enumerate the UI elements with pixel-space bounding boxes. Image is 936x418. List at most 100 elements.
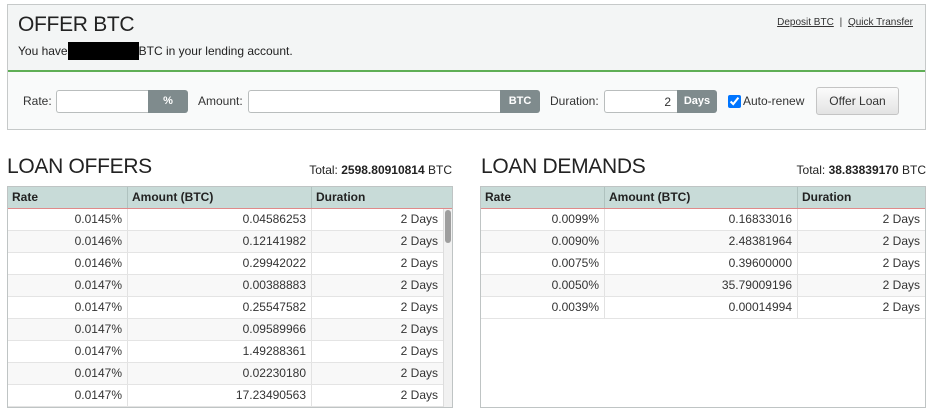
amount-input[interactable] bbox=[248, 90, 500, 113]
column-header-amount: Amount (BTC) bbox=[605, 187, 798, 208]
amount-cell: 0.12141982 bbox=[128, 231, 312, 252]
table-row[interactable]: 0.0147% 0.09589966 2 Days bbox=[8, 319, 443, 341]
duration-cell: 2 Days bbox=[400, 322, 438, 336]
table-row[interactable]: 0.0147% 1.49288361 2 Days bbox=[8, 341, 443, 363]
table-header: Rate Amount (BTC) Duration bbox=[481, 187, 925, 209]
table-body: 0.0099% 0.16833016 2 Days 0.0090% 2.48381964… bbox=[481, 209, 925, 407]
total-unit: BTC bbox=[902, 163, 926, 177]
table-row[interactable]: 0.0099% 0.16833016 2 Days bbox=[481, 209, 925, 231]
column-header-rate: Rate bbox=[8, 187, 128, 208]
rate-cell: 0.0146% bbox=[8, 253, 128, 274]
table-row[interactable]: 0.0146% 0.12141982 2 Days bbox=[8, 231, 443, 253]
amount-cell: 0.09589966 bbox=[128, 319, 312, 340]
auto-renew-checkbox[interactable] bbox=[728, 95, 741, 108]
total-value: 2598.80910814 bbox=[341, 163, 425, 177]
duration-cell: 2 Days bbox=[882, 300, 920, 314]
table-row[interactable]: 0.0146% 0.29942022 2 Days bbox=[8, 253, 443, 275]
table-rows: 0.0099% 0.16833016 2 Days 0.0090% 2.48381964… bbox=[481, 209, 925, 319]
rate-cell: 0.0050% bbox=[481, 275, 605, 296]
duration-cell: 2 Days bbox=[400, 234, 438, 248]
loan-demands-title: LOAN DEMANDS bbox=[481, 155, 646, 178]
rate-label: Rate: bbox=[23, 94, 52, 108]
duration-label: Duration: bbox=[550, 94, 599, 108]
balance-suffix: BTC in your lending account. bbox=[138, 44, 293, 58]
offer-form: Rate: % Amount: BTC Duration: Days Auto-… bbox=[8, 72, 925, 129]
loan-demands-total: Total: 38.83839170 BTC bbox=[797, 162, 926, 178]
duration-cell: 2 Days bbox=[400, 300, 438, 314]
loan-offers-total: Total: 2598.80910814 BTC bbox=[309, 162, 452, 178]
redacted-balance bbox=[67, 42, 139, 60]
duration-cell: 2 Days bbox=[882, 256, 920, 270]
amount-cell: 17.23490563 bbox=[128, 385, 312, 406]
rate-cell: 0.0147% bbox=[8, 363, 128, 384]
loan-offers-section: LOAN OFFERS Total: 2598.80910814 BTC Rat… bbox=[7, 150, 453, 410]
duration-unit-addon: Days bbox=[677, 90, 717, 113]
balance-line: You have BTC in your lending account. bbox=[18, 42, 293, 60]
table-row[interactable]: 0.0147% 17.23490563 2 Days bbox=[8, 385, 443, 407]
duration-input[interactable] bbox=[604, 90, 677, 113]
rate-cell: 0.0039% bbox=[481, 297, 605, 318]
rate-input[interactable] bbox=[56, 90, 148, 113]
table-header: Rate Amount (BTC) Duration bbox=[8, 187, 452, 209]
amount-cell: 0.16833016 bbox=[605, 209, 798, 230]
duration-cell: 2 Days bbox=[400, 278, 438, 292]
table-row[interactable]: 0.0145% 0.04586253 2 Days bbox=[8, 209, 443, 231]
table-row[interactable]: 0.0075% 0.39600000 2 Days bbox=[481, 253, 925, 275]
table-row[interactable]: 0.0147% 0.25547582 2 Days bbox=[8, 297, 443, 319]
duration-cell: 2 Days bbox=[882, 212, 920, 226]
rate-cell: 0.0147% bbox=[8, 297, 128, 318]
table-row[interactable]: 0.0147% 0.00388883 2 Days bbox=[8, 275, 443, 297]
offer-header: OFFER BTC You have BTC in your lending a… bbox=[8, 5, 925, 72]
auto-renew-label[interactable]: Auto-renew bbox=[743, 90, 804, 113]
column-header-duration: Duration bbox=[802, 190, 852, 204]
quick-transfer-link[interactable]: Quick Transfer bbox=[848, 17, 913, 28]
amount-cell: 0.02230180 bbox=[128, 363, 312, 384]
table-scrollbar[interactable] bbox=[443, 209, 452, 407]
total-value: 38.83839170 bbox=[828, 163, 899, 177]
table-body: 0.0145% 0.04586253 2 Days 0.0146% 0.12141982… bbox=[8, 209, 452, 407]
table-row[interactable]: 0.0039% 0.00014994 2 Days bbox=[481, 297, 925, 319]
amount-cell: 0.29942022 bbox=[128, 253, 312, 274]
column-header-rate: Rate bbox=[481, 187, 605, 208]
column-header-duration: Duration bbox=[316, 190, 366, 204]
duration-cell: 2 Days bbox=[400, 344, 438, 358]
amount-cell: 0.39600000 bbox=[605, 253, 798, 274]
offer-panel: OFFER BTC You have BTC in your lending a… bbox=[7, 4, 926, 130]
table-rows: 0.0145% 0.04586253 2 Days 0.0146% 0.12141982… bbox=[8, 209, 443, 407]
amount-cell: 2.48381964 bbox=[605, 231, 798, 252]
rate-cell: 0.0147% bbox=[8, 319, 128, 340]
rate-cell: 0.0147% bbox=[8, 275, 128, 296]
column-header-amount: Amount (BTC) bbox=[128, 187, 312, 208]
rate-cell: 0.0145% bbox=[8, 209, 128, 230]
amount-cell: 0.00388883 bbox=[128, 275, 312, 296]
loan-offers-table: Rate Amount (BTC) Duration 0.0145% 0.0458… bbox=[7, 186, 453, 408]
duration-cell: 2 Days bbox=[882, 278, 920, 292]
amount-cell: 0.04586253 bbox=[128, 209, 312, 230]
table-row[interactable]: 0.0090% 2.48381964 2 Days bbox=[481, 231, 925, 253]
rate-cell: 0.0075% bbox=[481, 253, 605, 274]
amount-label: Amount: bbox=[198, 94, 243, 108]
rate-unit-addon: % bbox=[148, 90, 188, 113]
link-separator: | bbox=[839, 17, 843, 28]
duration-cell: 2 Days bbox=[400, 388, 438, 402]
loan-demands-section: LOAN DEMANDS Total: 38.83839170 BTC Rate… bbox=[480, 150, 926, 410]
rate-cell: 0.0099% bbox=[481, 209, 605, 230]
duration-cell: 2 Days bbox=[882, 234, 920, 248]
rate-cell: 0.0147% bbox=[8, 341, 128, 362]
amount-cell: 0.25547582 bbox=[128, 297, 312, 318]
duration-cell: 2 Days bbox=[400, 256, 438, 270]
deposit-link[interactable]: Deposit BTC bbox=[777, 17, 834, 28]
total-label: Total: bbox=[796, 163, 826, 177]
rate-cell: 0.0147% bbox=[8, 385, 128, 406]
scrollbar-thumb[interactable] bbox=[445, 210, 451, 243]
rate-cell: 0.0090% bbox=[481, 231, 605, 252]
offer-loan-button[interactable]: Offer Loan bbox=[816, 87, 899, 115]
loan-offers-title: LOAN OFFERS bbox=[7, 155, 152, 178]
amount-cell: 1.49288361 bbox=[128, 341, 312, 362]
amount-cell: 35.79009196 bbox=[605, 275, 798, 296]
balance-prefix: You have bbox=[18, 44, 68, 58]
amount-unit-addon: BTC bbox=[500, 90, 540, 113]
table-row[interactable]: 0.0050% 35.79009196 2 Days bbox=[481, 275, 925, 297]
offer-title: OFFER BTC bbox=[18, 13, 135, 36]
table-row[interactable]: 0.0147% 0.02230180 2 Days bbox=[8, 363, 443, 385]
